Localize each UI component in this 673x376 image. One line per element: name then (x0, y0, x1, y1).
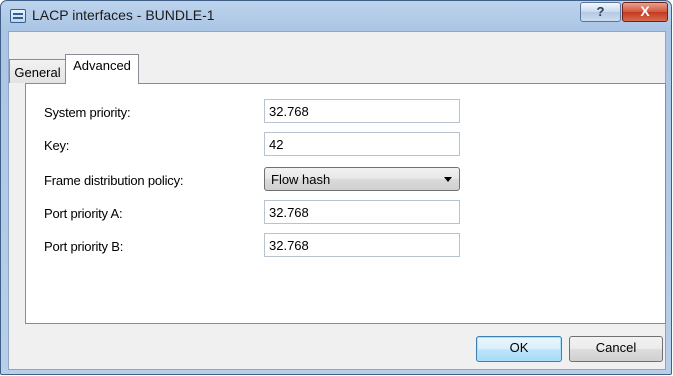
chevron-down-icon (444, 177, 452, 182)
system-priority-input[interactable]: 32.768 (264, 99, 460, 123)
ok-button[interactable]: OK (476, 336, 562, 362)
port-priority-a-input[interactable]: 32.768 (264, 200, 460, 224)
title-bar[interactable]: LACP interfaces - BUNDLE-1 ? X (1, 1, 671, 31)
port-priority-a-label: Port priority A: (44, 206, 123, 221)
system-priority-label: System priority: (44, 105, 131, 120)
tab-general[interactable]: General (9, 59, 66, 83)
tab-advanced[interactable]: Advanced (65, 54, 139, 84)
frame-distribution-policy-value: Flow hash (271, 172, 331, 187)
frame-distribution-policy-label: Frame distribution policy: (44, 173, 184, 188)
cancel-button[interactable]: Cancel (569, 336, 663, 362)
frame-distribution-policy-select[interactable]: Flow hash (264, 167, 460, 191)
key-label: Key: (44, 138, 70, 153)
window-title: LACP interfaces - BUNDLE-1 (32, 7, 215, 23)
key-input[interactable]: 42 (264, 132, 460, 156)
port-priority-b-label: Port priority B: (44, 239, 124, 254)
window-app-icon (10, 9, 26, 23)
close-button[interactable]: X (622, 2, 668, 22)
port-priority-b-input[interactable]: 32.768 (264, 233, 460, 257)
help-button[interactable]: ? (580, 2, 621, 22)
